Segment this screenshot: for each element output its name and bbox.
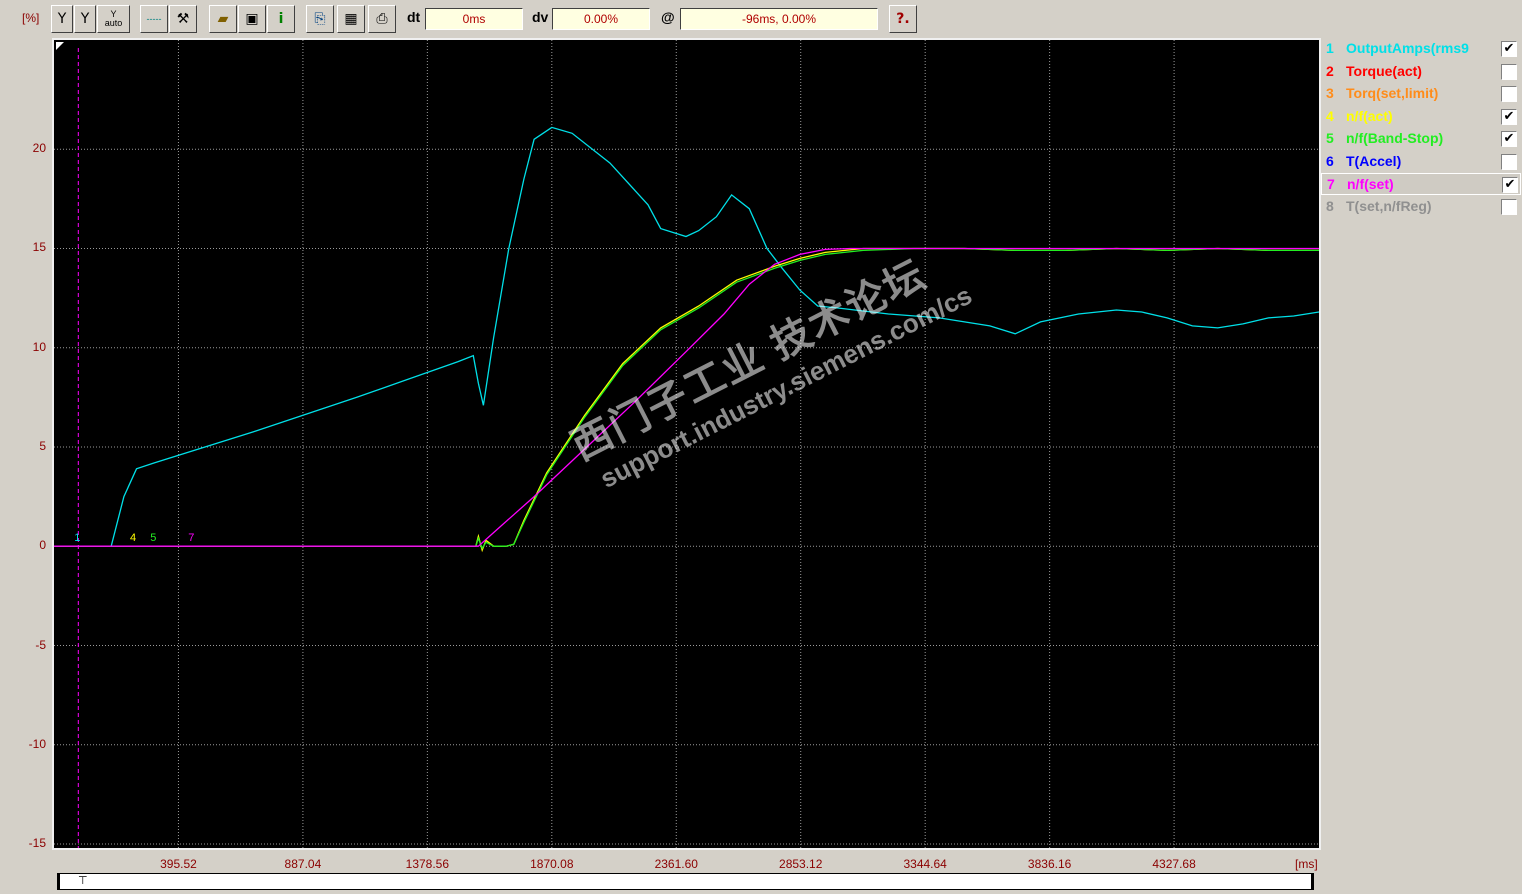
help-button[interactable]: ?. xyxy=(889,5,917,33)
y-auto-button[interactable]: Y auto xyxy=(97,5,130,33)
legend-label: T(Accel) xyxy=(1346,152,1402,169)
legend-item[interactable]: 4 n/f(act) ✔ xyxy=(1321,106,1521,128)
legend-checkbox[interactable] xyxy=(1501,86,1517,102)
y-tick-label: -15 xyxy=(28,836,46,851)
x-tick-label: 395.52 xyxy=(160,857,197,871)
x-tick-label: 1378.56 xyxy=(405,857,450,871)
legend-checkbox[interactable]: ✔ xyxy=(1501,41,1517,57)
legend-label: n/f(act) xyxy=(1346,107,1393,124)
info-button[interactable]: i xyxy=(267,5,295,33)
y-tick-label: 0 xyxy=(39,538,46,553)
legend-number: 6 xyxy=(1326,152,1334,169)
legend-number: 2 xyxy=(1326,62,1334,79)
legend-item[interactable]: 5 n/f(Band-Stop) ✔ xyxy=(1321,128,1521,150)
open-button[interactable]: ▰ xyxy=(209,5,237,33)
dv-field[interactable]: 0.00% xyxy=(552,8,650,30)
floppy-icon: ▣ xyxy=(245,11,259,27)
x-tick-label: 3344.64 xyxy=(903,857,947,871)
trace-window: [%] Y Y Y auto ----- ⚒ ▰ ▣ i ⎘ ▦ ⎙ dt 0m… xyxy=(0,0,1522,894)
x-tick-label: 2361.60 xyxy=(654,857,698,871)
scroll-thumb[interactable]: ⊤ xyxy=(78,876,88,887)
plot-area[interactable]: 1 4 5 7 xyxy=(52,38,1321,850)
grid-lines-icon: ----- xyxy=(146,13,162,24)
save-button[interactable]: ▣ xyxy=(238,5,266,33)
series-line xyxy=(54,247,1319,550)
y-scale-icon: Y xyxy=(80,11,90,27)
legend-number: 4 xyxy=(1326,107,1334,124)
table-button[interactable]: ▦ xyxy=(337,5,365,33)
y-tick-label: 5 xyxy=(39,438,46,453)
print-button[interactable]: ⎙ xyxy=(368,5,396,33)
cursor-position-field[interactable]: -96ms, 0.00% xyxy=(680,8,878,30)
trace-marker-label: 5 xyxy=(150,532,156,544)
legend-checkbox[interactable] xyxy=(1501,198,1517,215)
x-tick-label: 887.04 xyxy=(284,857,322,871)
legend-label: Torque(act) xyxy=(1346,62,1422,79)
printer-icon: ⎙ xyxy=(376,11,388,27)
dv-label: dv xyxy=(532,9,549,25)
export-icon: ⎘ xyxy=(314,11,326,27)
legend-number: 5 xyxy=(1326,130,1334,146)
y-fit-button[interactable]: Y xyxy=(51,5,73,33)
series-line xyxy=(54,247,1319,553)
help-icon: ?. xyxy=(896,11,910,27)
tools-icon: ⚒ xyxy=(176,11,190,27)
legend-checkbox[interactable]: ✔ xyxy=(1501,108,1517,125)
y-tick-label: -5 xyxy=(35,637,46,652)
legend-checkbox[interactable]: ✔ xyxy=(1502,177,1518,193)
legend-number: 8 xyxy=(1326,197,1334,214)
dt-label: dt xyxy=(407,9,421,25)
info-icon: i xyxy=(278,11,284,27)
x-axis-unit: [ms] xyxy=(1295,857,1318,871)
y-fit-icon: Y xyxy=(57,11,67,27)
folder-open-icon: ▰ xyxy=(217,11,229,27)
y-tick-label: 10 xyxy=(32,339,46,354)
corner-marker-icon xyxy=(56,42,64,50)
chart-canvas[interactable]: 1 4 5 7 xyxy=(54,40,1319,848)
trace-marker-label: 1 xyxy=(74,532,80,544)
y-tick-label: -10 xyxy=(28,736,46,751)
legend-item[interactable]: 1 OutputAmps(rms9 ✔ xyxy=(1321,38,1521,60)
y-auto-label: auto xyxy=(104,18,123,28)
trace-marker-label: 4 xyxy=(130,532,136,544)
at-label: @ xyxy=(661,9,675,25)
table-icon: ▦ xyxy=(344,11,358,27)
toolbar: [%] Y Y Y auto ----- ⚒ ▰ ▣ i ⎘ ▦ ⎙ dt 0m… xyxy=(0,0,1522,38)
horizontal-scrollbar[interactable]: ⊤ xyxy=(57,873,1314,890)
y-tick-label: 20 xyxy=(32,141,46,156)
grid-button[interactable]: ----- xyxy=(140,5,168,33)
export-button[interactable]: ⎘ xyxy=(306,5,334,33)
y-scale-button[interactable]: Y xyxy=(74,5,96,33)
y-unit-label: [%] xyxy=(22,11,40,25)
legend-item[interactable]: 8 T(set,n/fReg) xyxy=(1321,196,1521,218)
legend-label: T(set,n/fReg) xyxy=(1346,197,1432,214)
legend-label: Torq(set,limit) xyxy=(1346,85,1439,101)
trace-marker-label: 7 xyxy=(188,532,194,544)
legend-item[interactable]: 7 n/f(set) ✔ xyxy=(1321,173,1521,195)
y-tick-label: 15 xyxy=(32,240,46,255)
x-tick-label: 4327.68 xyxy=(1152,857,1196,871)
legend-label: OutputAmps(rms9 xyxy=(1346,40,1469,56)
legend-number: 3 xyxy=(1326,85,1334,101)
x-tick-label: 1870.08 xyxy=(530,857,574,871)
legend-item[interactable]: 6 T(Accel) xyxy=(1321,151,1521,173)
legend-checkbox[interactable]: ✔ xyxy=(1501,131,1517,147)
tools-button[interactable]: ⚒ xyxy=(169,5,197,33)
legend-label: n/f(set) xyxy=(1347,176,1394,192)
legend-number: 1 xyxy=(1326,40,1334,56)
legend-checkbox[interactable] xyxy=(1501,63,1517,80)
legend-item[interactable]: 3 Torq(set,limit) xyxy=(1321,83,1521,105)
x-tick-label: 3836.16 xyxy=(1027,857,1072,871)
x-tick-label: 2853.12 xyxy=(779,857,823,871)
dt-field[interactable]: 0ms xyxy=(425,8,523,30)
legend-number: 7 xyxy=(1327,176,1335,192)
legend-panel: 1 OutputAmps(rms9 ✔ 2 Torque(act) 3 Torq(set,l… xyxy=(1321,38,1522,228)
legend-label: n/f(Band-Stop) xyxy=(1346,130,1444,146)
series-line xyxy=(54,126,1319,547)
legend-checkbox[interactable] xyxy=(1501,153,1517,170)
series-line xyxy=(54,247,1319,547)
legend-item[interactable]: 2 Torque(act) xyxy=(1321,61,1521,83)
